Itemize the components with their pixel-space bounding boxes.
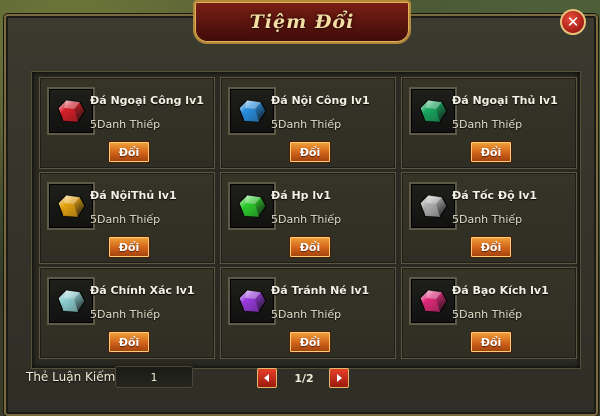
item-name: Đá Ngoại Công lv1 — [90, 94, 204, 107]
card-label: Thẻ Luận Kiếm — [26, 370, 116, 384]
item-price: 5Danh Thiếp — [452, 308, 523, 321]
red-gem-icon — [57, 99, 86, 123]
exchange-button[interactable]: Đổi — [470, 331, 512, 353]
exchange-button[interactable]: Đổi — [108, 331, 150, 353]
item-price: 5Danh Thiếp — [90, 213, 161, 226]
item-grid: Đá Ngoại Công lv1 5Danh Thiếp Đổi Đá Nội Cô… — [31, 71, 581, 369]
item-price: 5Danh Thiếp — [90, 308, 161, 321]
next-page-button[interactable] — [329, 368, 349, 388]
shop-item-card: Đá Tránh Né lv1 5Danh Thiếp Đổi — [220, 267, 396, 359]
yellow-gem-icon — [57, 194, 86, 218]
close-button[interactable]: ✕ — [560, 9, 586, 35]
shop-item-card: Đá Hp lv1 5Danh Thiếp Đổi — [220, 172, 396, 264]
item-price: 5Danh Thiếp — [271, 118, 342, 131]
item-slot[interactable] — [47, 182, 95, 230]
item-name: Đá Hp lv1 — [271, 189, 331, 202]
shop-item-card: Đá Nội Công lv1 5Danh Thiếp Đổi — [220, 77, 396, 169]
item-slot[interactable] — [228, 182, 276, 230]
blue-gem-icon — [238, 99, 267, 123]
shop-item-card: Đá Tốc Độ lv1 5Danh Thiếp Đổi — [401, 172, 577, 264]
item-name: Đá Tránh Né lv1 — [271, 284, 370, 297]
item-slot[interactable] — [409, 277, 457, 325]
exchange-button[interactable]: Đổi — [108, 236, 150, 258]
item-slot[interactable] — [409, 87, 457, 135]
item-name: Đá Ngoại Thủ lv1 — [452, 94, 558, 107]
exchange-button[interactable]: Đổi — [470, 141, 512, 163]
item-price: 5Danh Thiếp — [452, 118, 523, 131]
shop-item-card: Đá Chính Xác lv1 5Danh Thiếp Đổi — [39, 267, 215, 359]
exchange-button[interactable]: Đổi — [470, 236, 512, 258]
exchange-button[interactable]: Đổi — [289, 331, 331, 353]
card-count-field: 1 — [115, 366, 193, 388]
page-indicator: 1/2 — [294, 372, 314, 385]
close-icon: ✕ — [566, 12, 580, 31]
purple-gem-icon — [238, 289, 267, 313]
item-slot[interactable] — [228, 277, 276, 325]
item-slot[interactable] — [47, 277, 95, 325]
cyan-gem-icon — [57, 289, 86, 313]
exchange-shop-window: Đá Ngoại Công lv1 5Danh Thiếp Đổi Đá Nội Cô… — [4, 14, 598, 416]
window-title: Tiệm Đổi — [249, 11, 355, 33]
green-gem-icon — [419, 99, 448, 123]
shop-item-card: Đá Bạo Kích lv1 5Danh Thiếp Đổi — [401, 267, 577, 359]
shop-item-card: Đá Ngoại Thủ lv1 5Danh Thiếp Đổi — [401, 77, 577, 169]
item-slot[interactable] — [228, 87, 276, 135]
gray-gem-icon — [419, 194, 448, 218]
item-price: 5Danh Thiếp — [90, 118, 161, 131]
exchange-button[interactable]: Đổi — [289, 236, 331, 258]
exchange-button[interactable]: Đổi — [108, 141, 150, 163]
exchange-button[interactable]: Đổi — [289, 141, 331, 163]
item-name: Đá Tốc Độ lv1 — [452, 189, 538, 202]
right-arrow-icon — [337, 374, 342, 382]
item-name: Đá NộiThủ lv1 — [90, 189, 177, 202]
left-arrow-icon — [264, 374, 269, 382]
item-slot[interactable] — [47, 87, 95, 135]
item-name: Đá Bạo Kích lv1 — [452, 284, 549, 297]
lime-gem-icon — [238, 194, 267, 218]
shop-item-card: Đá Ngoại Công lv1 5Danh Thiếp Đổi — [39, 77, 215, 169]
item-price: 5Danh Thiếp — [452, 213, 523, 226]
shop-item-card: Đá NộiThủ lv1 5Danh Thiếp Đổi — [39, 172, 215, 264]
prev-page-button[interactable] — [257, 368, 277, 388]
item-price: 5Danh Thiếp — [271, 308, 342, 321]
title-banner: Tiệm Đổi — [193, 0, 411, 44]
item-name: Đá Nội Công lv1 — [271, 94, 370, 107]
pink-gem-icon — [419, 289, 448, 313]
item-price: 5Danh Thiếp — [271, 213, 342, 226]
item-name: Đá Chính Xác lv1 — [90, 284, 195, 297]
item-slot[interactable] — [409, 182, 457, 230]
